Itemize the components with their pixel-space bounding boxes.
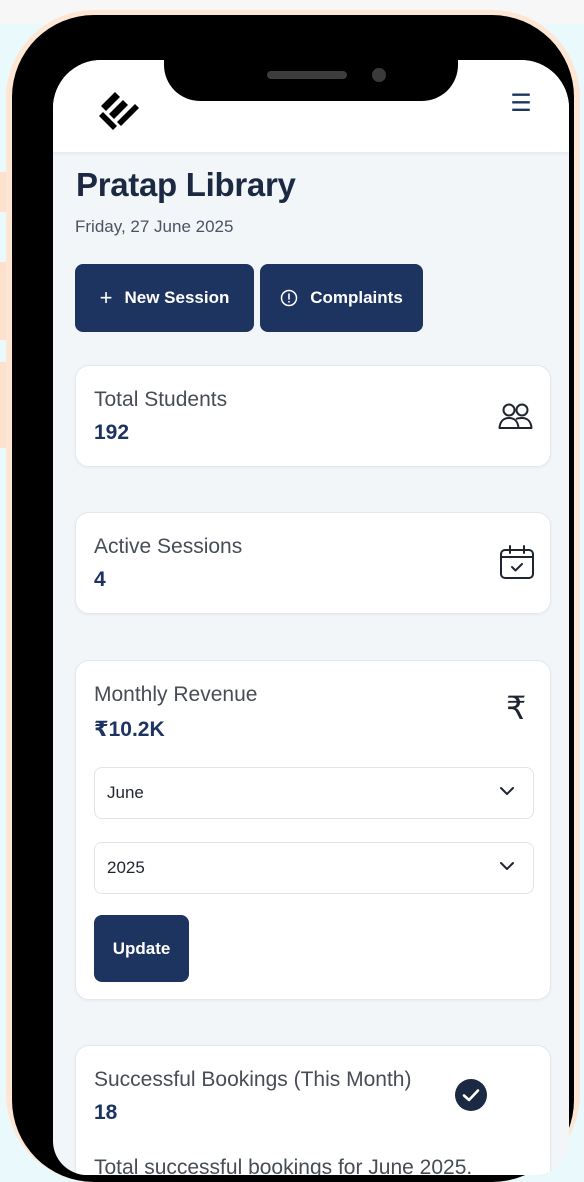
successful-bookings-card: Successful Bookings (This Month) 18 Tota… — [75, 1045, 551, 1175]
month-select[interactable]: June — [94, 767, 534, 819]
plus-icon: + — [99, 285, 113, 310]
new-session-button[interactable]: + New Session — [75, 264, 254, 332]
rupee-icon: ₹ — [506, 690, 527, 726]
total-students-value: 192 — [94, 421, 130, 444]
monthly-revenue-label: Monthly Revenue — [94, 683, 258, 706]
successful-bookings-description: Total successful bookings for June 2025. — [94, 1156, 473, 1175]
monthly-revenue-card: Monthly Revenue ₹10.2K ₹ June 2025 Updat… — [75, 660, 551, 1000]
hamburger-menu-icon[interactable]: ☰ — [507, 90, 535, 118]
successful-bookings-label: Successful Bookings (This Month) — [94, 1068, 412, 1091]
active-sessions-card: Active Sessions 4 — [75, 512, 551, 614]
month-select-value: June — [107, 783, 144, 802]
app-screen: ☰ Pratap Library Friday, 27 June 2025 + … — [53, 60, 569, 1175]
chevron-down-icon — [500, 787, 514, 795]
complaints-label: Complaints — [310, 288, 403, 307]
phone-notch — [164, 29, 458, 101]
speaker-grille — [267, 71, 347, 79]
check-circle-icon — [455, 1079, 487, 1111]
total-students-card: Total Students 192 — [75, 365, 551, 467]
active-sessions-label: Active Sessions — [94, 535, 243, 558]
chevron-down-icon — [500, 862, 514, 870]
phone-frame: ☰ Pratap Library Friday, 27 June 2025 + … — [12, 15, 574, 1182]
year-select[interactable]: 2025 — [94, 842, 534, 894]
update-button[interactable]: Update — [94, 915, 189, 982]
users-icon — [498, 403, 533, 429]
monthly-revenue-value: ₹10.2K — [94, 718, 165, 741]
diamond-chevron-logo-icon[interactable] — [93, 82, 143, 134]
alert-circle-icon — [280, 289, 298, 307]
active-sessions-value: 4 — [94, 568, 106, 591]
page-date: Friday, 27 June 2025 — [75, 217, 234, 236]
total-students-label: Total Students — [94, 388, 228, 411]
successful-bookings-value: 18 — [94, 1101, 118, 1124]
year-select-value: 2025 — [107, 858, 145, 877]
new-session-label: New Session — [124, 288, 230, 307]
page-title: Pratap Library — [76, 166, 296, 203]
calendar-check-icon — [500, 545, 534, 579]
complaints-button[interactable]: Complaints — [260, 264, 423, 332]
front-camera — [372, 68, 386, 82]
